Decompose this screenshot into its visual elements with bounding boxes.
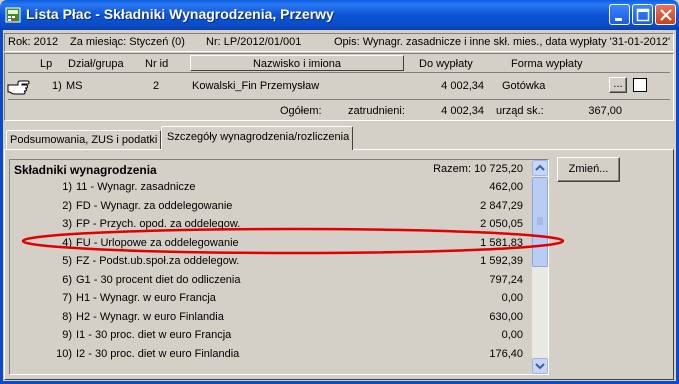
close-icon: [660, 9, 672, 21]
row-checkbox[interactable]: [633, 78, 647, 92]
row-nazwisko[interactable]: Kowalski_Fin Przemysław: [192, 80, 319, 92]
opis-label: Opis: Wynagr. zasadnicze i inne skł. mie…: [334, 36, 671, 48]
row-dzial: MS: [66, 80, 83, 92]
skladnik-value: 0,00: [501, 329, 523, 341]
scroll-down-button[interactable]: [532, 358, 548, 374]
skladnik-num: 8): [62, 310, 72, 323]
skladniki-header: Składniki wynagrodzenia: [14, 163, 157, 177]
skladnik-num: 6): [62, 273, 72, 286]
skladnik-num: 5): [62, 255, 72, 267]
skladnik-name[interactable]: I1 - 30 proc. diet w euro Francja: [76, 329, 231, 341]
col-header-dzial: Dział/grupa: [68, 58, 124, 70]
skladnik-num: 2): [62, 199, 72, 212]
skladnik-value: 630,00: [489, 310, 523, 323]
urzad-kwota: 367,00: [588, 105, 622, 117]
skladnik-num: 10): [56, 347, 72, 360]
maximize-button[interactable]: [632, 4, 653, 25]
row-do-wyplaty: 4 002,34: [441, 80, 484, 92]
change-button[interactable]: Zmień...: [557, 157, 620, 182]
maximize-icon: [636, 8, 650, 22]
ogolem-label: Ogółem:: [280, 105, 322, 117]
row-forma: Gotówka: [502, 80, 546, 92]
skladnik-name[interactable]: 11 - Wynagr. zasadnicze: [76, 181, 196, 193]
skladnik-value: 462,00: [489, 181, 523, 193]
app-icon: [5, 7, 21, 23]
pointing-hand-icon: [7, 80, 30, 95]
rok-label: Rok: 2012: [8, 36, 59, 48]
skladnik-name[interactable]: H1 - Wynagr. w euro Francja: [76, 292, 216, 304]
skladniki-razem: Razem: 10 725,20: [433, 163, 523, 175]
arrow-down-icon: [535, 363, 545, 370]
col-header-forma: Forma wypłaty: [511, 58, 583, 70]
scroll-up-button[interactable]: [532, 160, 548, 176]
skladnik-name[interactable]: FZ - Podst.ub.społ.za oddelegow.: [76, 255, 239, 267]
skladnik-name[interactable]: FD - Wynagr. za oddelegowanie: [76, 200, 232, 212]
header-divider: [8, 72, 670, 73]
skladnik-value: 0,00: [501, 292, 523, 304]
skladnik-name[interactable]: I2 - 30 proc. diet w euro Finlandia: [76, 348, 239, 360]
arrow-up-icon: [535, 164, 545, 171]
nr-label: Nr: LP/2012/01/001: [206, 36, 302, 48]
more-button[interactable]: ...: [609, 77, 627, 93]
urzad-label: urząd sk.:: [496, 105, 544, 117]
tab-szczegoly-label: Szczegóły wynagrodzenia/rozliczenia: [167, 131, 350, 143]
col-header-nazwisko: Nazwisko i imiona: [252, 58, 342, 70]
close-button[interactable]: [655, 4, 676, 25]
highlight-ellipse: [21, 227, 565, 255]
skladnik-num: 1): [62, 181, 72, 193]
minimize-icon: [615, 18, 622, 21]
skladnik-value: 797,24: [489, 273, 523, 286]
minimize-button[interactable]: [609, 4, 630, 25]
skladnik-num: 7): [62, 292, 72, 304]
miesiac-label: Za miesiąc: Styczeń (0): [70, 36, 185, 48]
skladnik-name[interactable]: H2 - Wynagr. w euro Finlandia: [76, 311, 224, 323]
skladnik-value: 1 592,39: [480, 255, 523, 267]
col-header-lp: Lp: [40, 58, 53, 70]
col-header-nrid: Nr id: [145, 58, 169, 70]
skladnik-value: 176,40: [489, 347, 523, 360]
col-header-do-wyplaty: Do wypłaty: [419, 58, 473, 70]
skladnik-value: 2 847,29: [480, 199, 523, 212]
skladnik-num: 9): [62, 329, 72, 341]
zatrudnieni-label: zatrudnieni:: [348, 105, 405, 117]
window-title: Lista Płac - Składniki Wynagrodzenia, Pr…: [26, 6, 334, 22]
row-lp: 1): [52, 80, 62, 92]
ogolem-kwota: 4 002,34: [441, 105, 484, 117]
row-nrid: 2: [153, 80, 160, 92]
row-divider: [8, 99, 670, 100]
skladnik-name[interactable]: G1 - 30 procent diet do odliczenia: [76, 274, 241, 286]
tab-podsumowania-label: Podsumowania, ZUS i podatki: [10, 134, 158, 146]
